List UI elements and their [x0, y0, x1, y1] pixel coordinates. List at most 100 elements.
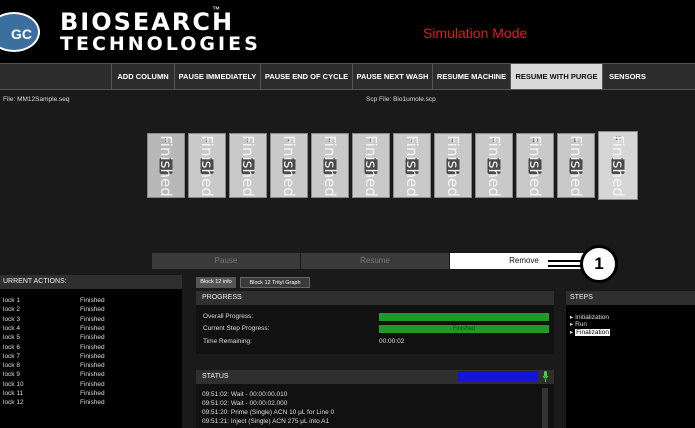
block-name: lock 8 [3, 362, 20, 370]
block-state: Finished [80, 343, 105, 351]
action-row: lock 2 Finished [0, 305, 182, 314]
status-log-line: 09:51:20: Prime (Single) ACN 10 µL for L… [202, 409, 335, 416]
column-card[interactable]: 1 Finished [147, 133, 185, 198]
column-state: Finished [321, 134, 339, 197]
microphone-icon[interactable] [542, 371, 549, 382]
block-state: Finished [80, 352, 105, 360]
pause-button[interactable]: Pause [152, 253, 300, 269]
column-card[interactable]: 7 Finished [393, 133, 431, 198]
status-scrollbar[interactable] [542, 388, 548, 428]
block-state: Finished [80, 306, 105, 314]
column-card[interactable]: 12 Finished [598, 131, 638, 200]
column-card[interactable]: 4 Finished [270, 133, 308, 198]
scp-file-label: Scp File: Bio1umole.scp [366, 96, 436, 103]
current-step-progress-bar: Finished [379, 325, 549, 333]
action-row: lock 11 Finished [0, 389, 182, 398]
status-log-line: 09:51:21: Inject (Single) ACN 275 µL int… [202, 418, 330, 425]
column-state: Finished [280, 134, 298, 197]
block-name: lock 6 [3, 343, 20, 351]
column-state: Finished [526, 134, 544, 197]
tab-block-info[interactable]: Block 12 info [196, 277, 236, 288]
action-row: lock 7 Finished [0, 352, 182, 361]
add-column-button[interactable]: ADD COLUMN [111, 64, 174, 89]
pause-immediately-button[interactable]: PAUSE IMMEDIATELY [174, 64, 260, 89]
brand-name: BIOSEARCH [60, 8, 235, 36]
status-log-line: 09:51:02: Wait - 00:00:00.010 [202, 391, 288, 398]
block-name: lock 11 [3, 390, 24, 397]
column-state: Finished [362, 134, 380, 197]
action-row: lock 9 Finished [0, 370, 182, 379]
current-actions-title: URRENT ACTIONS: [0, 275, 182, 289]
column-state: Finished [403, 134, 421, 197]
simulation-mode-label: Simulation Mode [423, 25, 528, 41]
progress-title: PROGRESS [196, 291, 554, 305]
action-row: lock 3 Finished [0, 315, 182, 324]
app-window: GC BIOSEARCH ™ TECHNOLOGIES Simulation M… [0, 0, 695, 428]
column-state: Finished [157, 134, 175, 197]
action-row: lock 10 Finished [0, 380, 182, 389]
block-name: lock 5 [3, 334, 20, 342]
callout-badge: 1 [580, 245, 618, 283]
tab-trityl-graph[interactable]: Block 12 Trityl Graph [240, 277, 310, 288]
block-name: lock 12 [3, 399, 24, 407]
steps-title: STEPS [566, 291, 695, 305]
overall-progress-bar [379, 313, 549, 321]
block-state: Finished [80, 399, 105, 407]
status-panel: STATUS 09:51:02: Wait - 00:00:00.010 09:… [196, 370, 554, 428]
status-indicator [458, 371, 538, 381]
brand-subtitle: TECHNOLOGIES [60, 33, 261, 55]
column-card[interactable]: 2 Finished [188, 133, 226, 198]
toolbar: ADD COLUMN PAUSE IMMEDIATELY PAUSE END O… [0, 63, 695, 90]
progress-panel: PROGRESS Overall Progress: Current Step … [196, 291, 554, 354]
column-card[interactable]: 8 Finished [434, 133, 472, 198]
resume-with-purge-button[interactable]: RESUME WITH PURGE [510, 64, 602, 89]
current-step-label: Current Step Progress: [203, 325, 270, 332]
status-log-line: 09:51:02: Wait - 00:00:02.000 [202, 400, 288, 407]
sensors-button[interactable]: SENSORS [602, 64, 652, 89]
block-name: lock 3 [3, 315, 20, 323]
action-row: lock 6 Finished [0, 343, 182, 352]
block-state: Finished [80, 297, 105, 304]
block-state: Finished [80, 390, 105, 397]
block-name: lock 9 [3, 371, 20, 379]
column-card[interactable]: 3 Finished [229, 133, 267, 198]
column-state: Finished [198, 134, 216, 197]
block-state: Finished [80, 334, 105, 342]
column-card[interactable]: 5 Finished [311, 133, 349, 198]
column-card[interactable]: 9 Finished [475, 133, 513, 198]
block-name: lock 10 [3, 380, 24, 388]
block-state: Finished [80, 324, 105, 332]
current-actions-panel: URRENT ACTIONS: lock 1 Finished lock 2 Fini… [0, 275, 182, 428]
resume-button[interactable]: Resume [301, 253, 449, 269]
column-state: Finished [485, 134, 503, 197]
pause-next-wash-button[interactable]: PAUSE NEXT WASH [352, 64, 432, 89]
steps-panel: STEPS ▸ Initialization ▸ Run ▸ Finalizat… [566, 291, 695, 428]
block-name: lock 4 [3, 324, 20, 332]
overall-progress-label: Overall Progress: [203, 313, 254, 320]
action-row: lock 5 Finished [0, 333, 182, 342]
column-card[interactable]: 10 Finished [516, 133, 554, 198]
block-state: Finished [80, 362, 105, 370]
column-card[interactable]: 6 Finished [352, 133, 390, 198]
action-row: lock 1 Finished [0, 296, 182, 305]
pause-end-of-cycle-button[interactable]: PAUSE END OF CYCLE [260, 64, 352, 89]
action-row: lock 12 Finished [0, 398, 182, 407]
action-row: lock 8 Finished [0, 361, 182, 370]
resume-machine-button[interactable]: RESUME MACHINE [432, 64, 510, 89]
step-finalization[interactable]: ▸ Finalization [570, 328, 610, 336]
column-state: Finished [239, 134, 257, 197]
block-name: lock 7 [3, 352, 20, 360]
column-state: Finished [444, 134, 462, 197]
column-card[interactable]: 11 Finished [557, 133, 595, 198]
time-remaining-value: 00:00:02 [379, 338, 405, 345]
block-name: lock 2 [3, 306, 20, 314]
step-run[interactable]: ▸ Run [570, 320, 587, 328]
action-row: lock 4 Finished [0, 324, 182, 333]
trademark: ™ [212, 5, 220, 14]
logo-icon: GC [0, 12, 40, 52]
column-state: Finished [567, 134, 585, 197]
column-state: Finished [609, 134, 627, 197]
current-step-text: Finished [452, 326, 476, 332]
block-state: Finished [80, 371, 105, 379]
sequence-file-label: File: MM12Sample.seq [3, 96, 70, 103]
